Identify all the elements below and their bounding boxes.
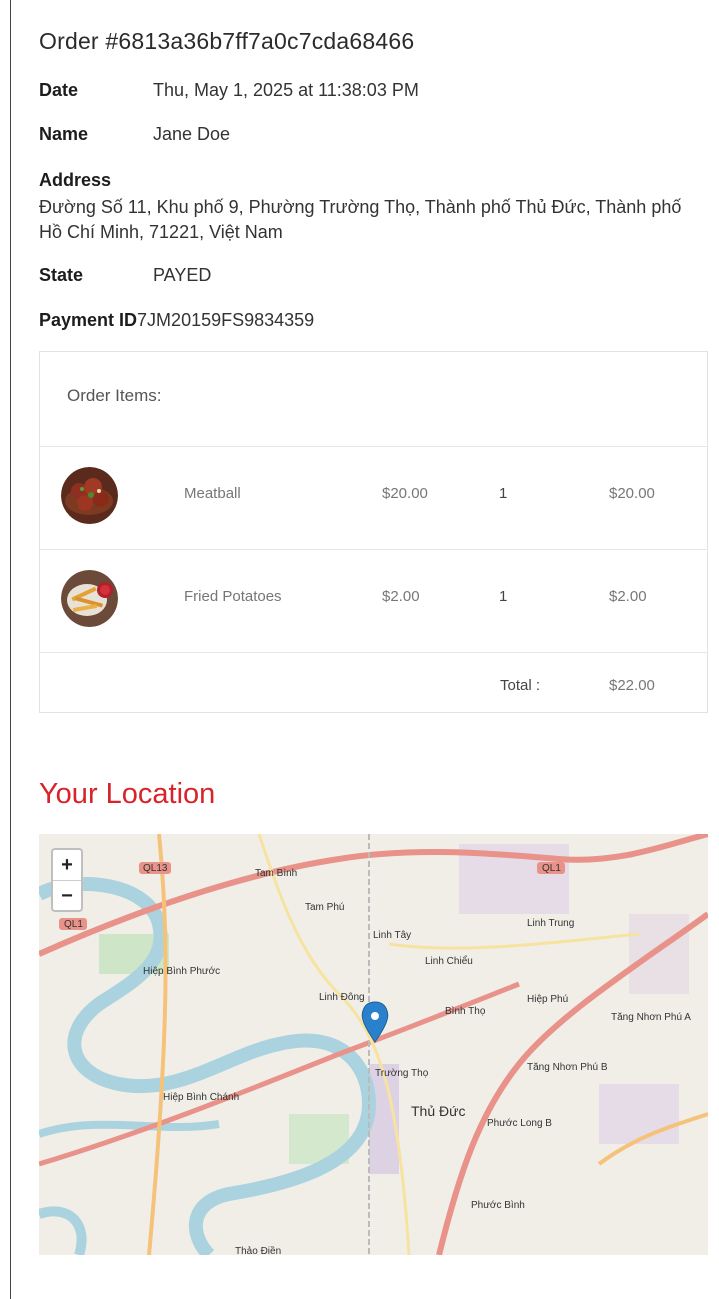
map-zoom-control: + −: [51, 848, 83, 912]
map-label: Tăng Nhơn Phú A: [611, 1012, 691, 1023]
map-label: QL1: [64, 919, 83, 930]
map-label: Hiệp Bình Phước: [143, 966, 220, 977]
zoom-in-button[interactable]: +: [53, 850, 81, 881]
item-quantity: 1: [499, 485, 508, 502]
map-label: Tam Bình: [255, 868, 297, 879]
map-label: Hiệp Phú: [527, 994, 568, 1005]
total-label: Total :: [500, 677, 541, 694]
map-label: Phước Bình: [471, 1200, 525, 1211]
map-label: Linh Chiểu: [425, 955, 473, 967]
state-label: State: [39, 265, 84, 285]
payment-value: 7JM20159FS9834359: [137, 310, 315, 330]
name-value: Jane Doe: [153, 124, 231, 144]
address-label: Address: [39, 170, 112, 190]
order-items-card: Order Items: Meatball $20.00 1 $20.00 Fr…: [39, 351, 708, 713]
map-label: Tăng Nhơn Phú B: [527, 1062, 608, 1073]
state-value: PAYED: [153, 265, 212, 285]
map-label: Trường Thọ: [375, 1068, 429, 1079]
item-name: Fried Potatoes: [184, 588, 282, 605]
map-label: Thảo Điền: [235, 1245, 281, 1255]
total-row: Total : $22.00: [40, 653, 707, 713]
address-value: Đường Số 11, Khu phố 9, Phường Trường Th…: [39, 197, 682, 242]
map-label: Thủ Đức: [411, 1103, 466, 1119]
meatball-image: [61, 467, 118, 524]
date-row: Date Thu, May 1, 2025 at 11:38:03 PM: [39, 80, 419, 101]
map-label: Linh Tây: [373, 930, 411, 941]
location-heading: Your Location: [39, 778, 216, 810]
item-subtotal: $20.00: [609, 485, 655, 502]
order-items-title: Order Items:: [67, 386, 162, 405]
map-label: Linh Trung: [527, 918, 574, 929]
zoom-out-button[interactable]: −: [53, 881, 81, 911]
item-price: $2.00: [382, 588, 420, 605]
state-row: State PAYED: [39, 265, 211, 286]
item-quantity: 1: [499, 588, 508, 605]
name-label: Name: [39, 124, 89, 144]
date-value: Thu, May 1, 2025 at 11:38:03 PM: [153, 80, 419, 100]
fried-potatoes-image: [61, 570, 118, 627]
map-label: Linh Đông: [319, 992, 365, 1003]
order-items-header: Order Items:: [40, 352, 707, 447]
map-label: QL1: [542, 863, 561, 874]
order-title: Order #6813a36b7ff7a0c7cda68466: [39, 28, 415, 54]
map-tiles: Tam Bình Tam Phú Linh Tây Linh Chiểu Lin…: [39, 834, 708, 1255]
order-item-row: Fried Potatoes $2.00 1 $2.00: [40, 550, 707, 653]
item-subtotal: $2.00: [609, 588, 647, 605]
map-label: Bình Thọ: [445, 1006, 486, 1017]
item-name: Meatball: [184, 485, 241, 502]
payment-row: Payment ID7JM20159FS9834359: [39, 310, 314, 331]
payment-label: Payment ID: [39, 310, 138, 330]
map-label: Phước Long B: [487, 1118, 552, 1129]
order-item-row: Meatball $20.00 1 $20.00: [40, 447, 707, 550]
location-map[interactable]: Tam Bình Tam Phú Linh Tây Linh Chiểu Lin…: [39, 834, 708, 1255]
date-label: Date: [39, 80, 79, 100]
map-label: Tam Phú: [305, 902, 344, 913]
item-price: $20.00: [382, 485, 428, 502]
total-value: $22.00: [609, 677, 655, 694]
name-row: Name Jane Doe: [39, 124, 230, 145]
map-label: QL13: [143, 863, 168, 874]
map-label: Hiệp Bình Chánh: [163, 1092, 239, 1103]
